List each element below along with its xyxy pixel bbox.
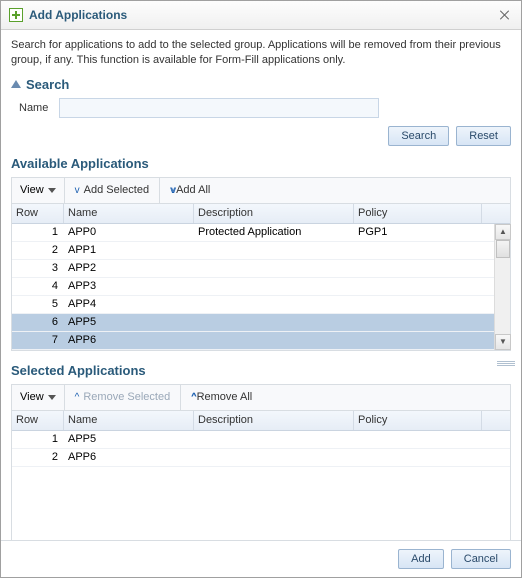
selected-heading-label: Selected Applications	[11, 363, 146, 378]
available-heading-label: Available Applications	[11, 156, 149, 171]
dialog-title: Add Applications	[29, 8, 497, 22]
selected-grid: Row Name Description Policy 1APP52APP6	[11, 410, 511, 548]
view-menu[interactable]: View	[12, 385, 64, 410]
scrollbar[interactable]: ▲ ▼	[494, 224, 510, 350]
remove-all-button[interactable]: ^^ Remove All	[181, 385, 262, 410]
view-label: View	[20, 391, 44, 403]
add-all-label: Add All	[176, 184, 210, 196]
dialog-description: Search for applications to add to the se…	[11, 38, 511, 69]
table-row[interactable]: 7APP6	[12, 332, 510, 350]
col-description[interactable]: Description	[194, 204, 354, 223]
reset-button[interactable]: Reset	[456, 126, 511, 146]
available-grid: Row Name Description Policy 1APP0Protect…	[11, 203, 511, 351]
col-description[interactable]: Description	[194, 411, 354, 430]
disclosure-triangle-icon	[11, 80, 21, 88]
search-heading[interactable]: Search	[11, 77, 511, 92]
col-policy[interactable]: Policy	[354, 204, 482, 223]
name-label: Name	[19, 102, 59, 114]
table-row[interactable]: 1APP0Protected ApplicationPGP1	[12, 224, 510, 242]
table-row[interactable]: 5APP4	[12, 296, 510, 314]
add-selected-label: Add Selected	[84, 184, 149, 196]
double-chevron-up-icon: ^^	[191, 392, 192, 403]
add-button[interactable]: Add	[398, 549, 444, 569]
caret-down-icon	[48, 395, 56, 400]
plus-icon	[9, 8, 23, 22]
row-description: Protected Application	[194, 226, 354, 238]
row-name: APP0	[64, 226, 194, 238]
add-all-button[interactable]: vv Add All	[160, 178, 220, 203]
row-name: APP6	[64, 334, 194, 346]
chevron-up-icon: ^	[75, 392, 80, 403]
row-name: APP6	[64, 451, 194, 463]
chevron-down-icon: v	[75, 185, 80, 196]
table-row[interactable]: 3APP2	[12, 260, 510, 278]
table-row[interactable]: 4APP3	[12, 278, 510, 296]
add-selected-button[interactable]: v Add Selected	[65, 178, 159, 203]
col-name[interactable]: Name	[64, 411, 194, 430]
remove-selected-label: Remove Selected	[83, 391, 170, 403]
col-row[interactable]: Row	[12, 204, 64, 223]
selected-grid-header: Row Name Description Policy	[12, 411, 510, 431]
row-name: APP5	[64, 433, 194, 445]
scroll-up-icon[interactable]: ▲	[495, 224, 511, 240]
row-number: 3	[12, 262, 64, 274]
row-policy: PGP1	[354, 226, 482, 238]
view-menu[interactable]: View	[12, 178, 64, 203]
available-grid-header: Row Name Description Policy	[12, 204, 510, 224]
name-input[interactable]	[59, 98, 379, 118]
row-number: 2	[12, 451, 64, 463]
search-button[interactable]: Search	[388, 126, 449, 146]
selected-toolbar: View ^ Remove Selected ^^ Remove All	[11, 384, 511, 410]
table-row[interactable]: 1APP5	[12, 431, 510, 449]
table-row[interactable]: 2APP1	[12, 242, 510, 260]
row-number: 4	[12, 280, 64, 292]
row-number: 5	[12, 298, 64, 310]
view-label: View	[20, 184, 44, 196]
col-policy[interactable]: Policy	[354, 411, 482, 430]
available-toolbar: View v Add Selected vv Add All	[11, 177, 511, 203]
row-number: 6	[12, 316, 64, 328]
scroll-down-icon[interactable]: ▼	[495, 334, 511, 350]
selected-heading: Selected Applications	[11, 363, 511, 378]
table-row[interactable]: 6APP5	[12, 314, 510, 332]
caret-down-icon	[48, 188, 56, 193]
row-name: APP4	[64, 298, 194, 310]
close-icon[interactable]	[497, 7, 513, 23]
row-number: 2	[12, 244, 64, 256]
dialog-titlebar: Add Applications	[1, 1, 521, 30]
remove-all-label: Remove All	[197, 391, 253, 403]
col-row[interactable]: Row	[12, 411, 64, 430]
row-number: 1	[12, 433, 64, 445]
scroll-thumb[interactable]	[496, 240, 510, 258]
resize-handle-icon[interactable]	[497, 361, 515, 367]
table-row[interactable]: 2APP6	[12, 449, 510, 467]
dialog-footer: Add Cancel	[1, 540, 521, 577]
col-name[interactable]: Name	[64, 204, 194, 223]
row-name: APP3	[64, 280, 194, 292]
row-name: APP5	[64, 316, 194, 328]
row-number: 7	[12, 334, 64, 346]
row-name: APP2	[64, 262, 194, 274]
row-number: 1	[12, 226, 64, 238]
available-heading: Available Applications	[11, 156, 511, 171]
search-heading-label: Search	[26, 77, 69, 92]
cancel-button[interactable]: Cancel	[451, 549, 511, 569]
remove-selected-button[interactable]: ^ Remove Selected	[65, 385, 181, 410]
double-chevron-down-icon: vv	[170, 185, 172, 196]
row-name: APP1	[64, 244, 194, 256]
